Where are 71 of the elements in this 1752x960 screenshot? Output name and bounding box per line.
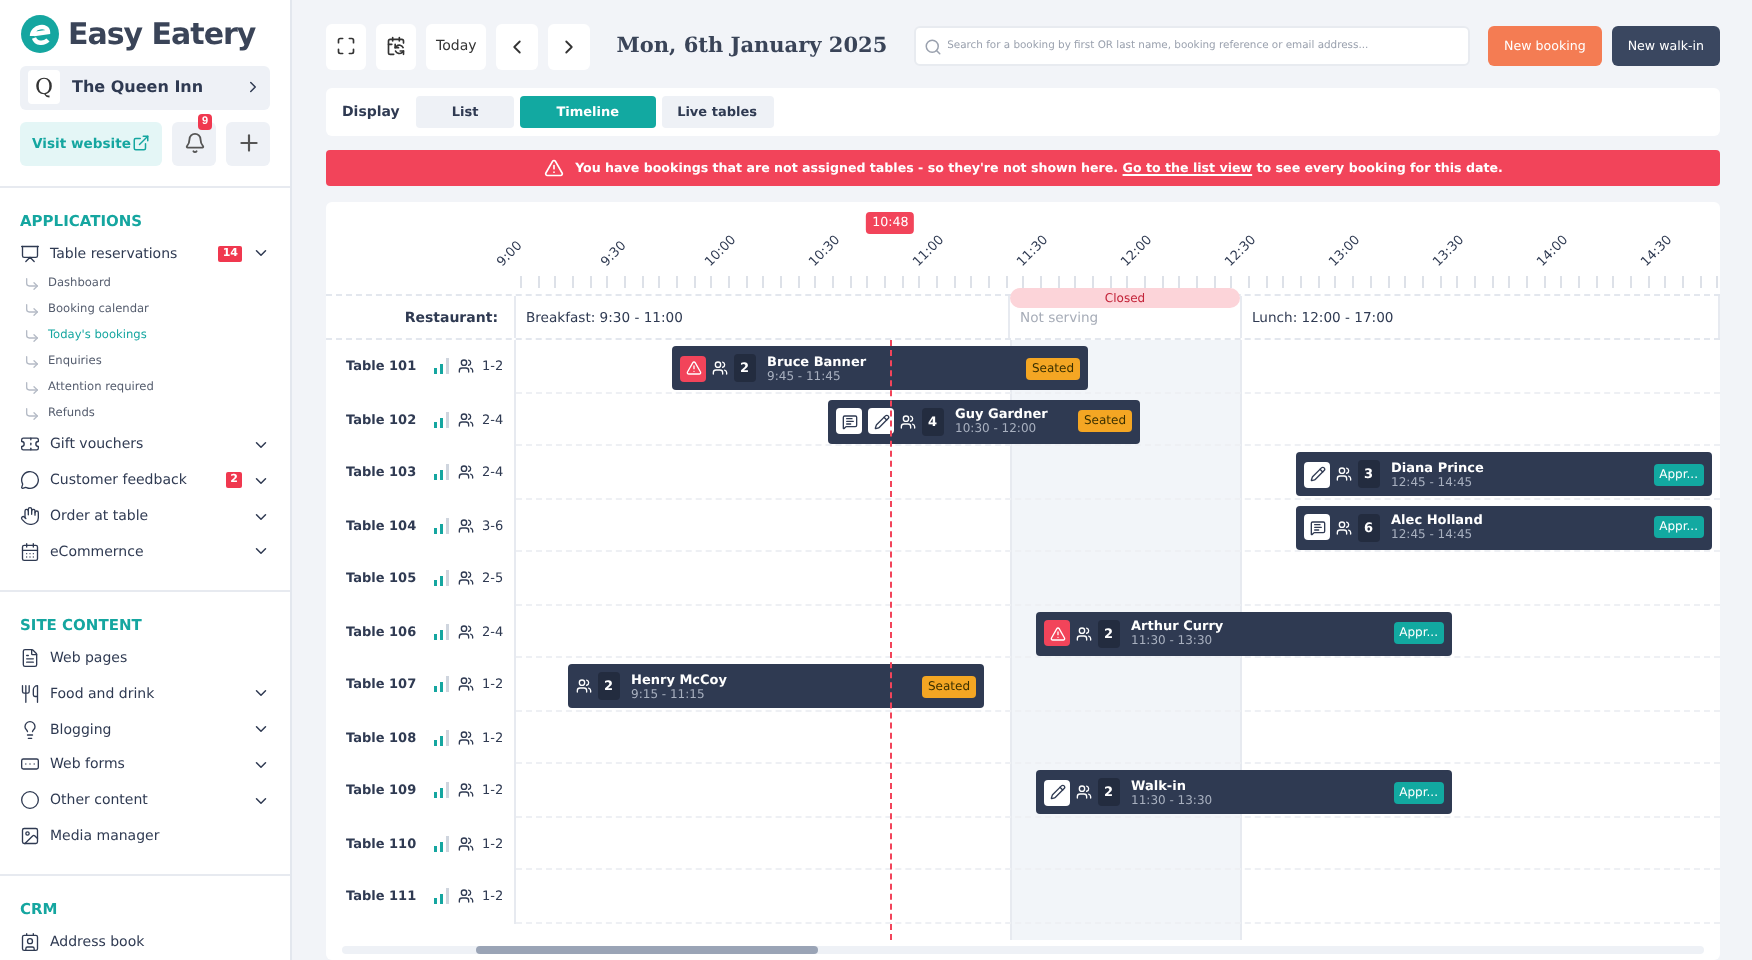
people-icon <box>712 360 728 376</box>
pencil-icon <box>1304 461 1330 487</box>
add-button[interactable] <box>226 121 270 166</box>
pencil-icon <box>1044 779 1070 805</box>
sub-arrow-icon <box>24 276 40 293</box>
sub-arrow-icon <box>24 379 40 396</box>
menu-item-icon <box>20 790 40 811</box>
menu-item-icon <box>20 506 40 527</box>
signal-icon <box>434 464 450 481</box>
people-icon <box>458 358 474 375</box>
comment-icon <box>1304 514 1330 540</box>
calendar-button[interactable] <box>376 23 416 69</box>
menu-item-icon <box>20 243 40 264</box>
brand-name: Easy Eatery <box>68 16 256 52</box>
calendar-icon <box>386 36 406 56</box>
warning-icon <box>543 158 564 178</box>
venue-selector[interactable]: Q The Queen Inn <box>20 66 270 110</box>
people-icon <box>1336 519 1352 535</box>
people-icon <box>458 888 474 905</box>
people-icon <box>458 517 474 534</box>
search-icon <box>923 37 942 55</box>
signal-icon <box>434 570 450 587</box>
signal-icon <box>434 623 450 640</box>
menu-item-icon <box>20 932 40 953</box>
warning-icon <box>680 355 706 381</box>
menu-item-icon <box>20 826 40 847</box>
people-icon <box>900 413 916 429</box>
people-icon <box>1076 784 1092 800</box>
menu-item-icon <box>20 541 40 562</box>
signal-icon <box>434 835 450 852</box>
people-icon <box>458 570 474 587</box>
current-date: Mon, 6th January 2025 <box>616 34 888 58</box>
external-link-icon <box>132 134 150 153</box>
signal-icon <box>434 517 450 534</box>
sub-arrow-icon <box>24 328 40 345</box>
people-icon <box>458 729 474 746</box>
menu-item-icon <box>20 470 40 491</box>
warning-icon <box>1044 620 1070 646</box>
people-icon <box>458 464 474 481</box>
people-icon <box>458 835 474 852</box>
sub-arrow-icon <box>24 354 40 371</box>
people-icon <box>458 623 474 640</box>
signal-icon <box>434 358 450 375</box>
people-icon <box>1336 466 1352 482</box>
menu-item-icon <box>20 434 40 455</box>
people-icon <box>458 411 474 428</box>
sub-arrow-icon <box>24 405 40 422</box>
menu-item-icon <box>20 719 40 740</box>
people-icon <box>1076 625 1092 641</box>
pencil-icon <box>868 408 894 434</box>
comment-icon <box>836 408 862 434</box>
expand-icon <box>336 36 356 56</box>
scrollbar-thumb[interactable] <box>476 946 818 954</box>
chevron-icon <box>244 78 262 97</box>
signal-icon <box>434 729 450 746</box>
people-icon <box>458 676 474 693</box>
sub-arrow-icon <box>24 302 40 319</box>
menu-item-icon <box>20 683 40 704</box>
plus-icon <box>235 130 261 157</box>
venue-logo: Q <box>28 70 60 105</box>
menu-item-icon <box>20 754 40 775</box>
people-icon <box>576 678 592 694</box>
signal-icon <box>434 411 450 428</box>
bell-icon <box>183 132 205 155</box>
menu-item-icon <box>20 647 40 668</box>
signal-icon <box>434 888 450 905</box>
signal-icon <box>434 676 450 693</box>
signal-icon <box>434 782 450 799</box>
people-icon <box>458 782 474 799</box>
fullscreen-button[interactable] <box>326 23 366 69</box>
logo-icon <box>20 14 60 54</box>
